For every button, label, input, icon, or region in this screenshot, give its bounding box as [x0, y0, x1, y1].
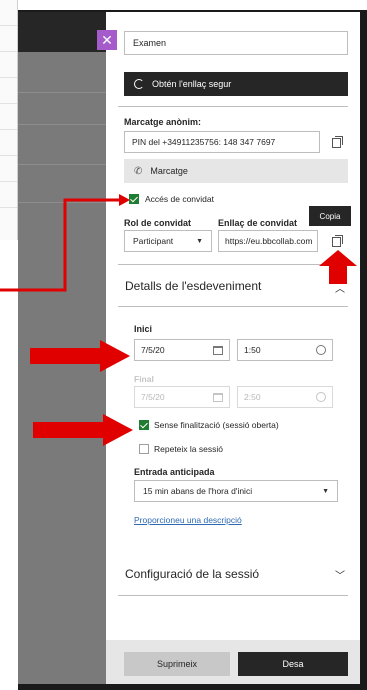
copy-pin-icon[interactable]	[332, 136, 343, 148]
background-header	[18, 12, 106, 52]
clock-icon	[316, 345, 326, 355]
start-date-field[interactable]: 7/5/20	[134, 339, 230, 361]
repeat-checkbox[interactable]	[139, 444, 149, 454]
guest-link-value: https://eu.bbcollab.com	[225, 236, 313, 246]
pin-value: PIN del +34911235756: 148 347 7697	[132, 137, 276, 147]
early-entry-select[interactable]: 15 min abans de l'hora d'inici ▼	[134, 480, 338, 502]
guest-link-field[interactable]: https://eu.bbcollab.com	[218, 230, 318, 252]
end-time-field: 2:50	[237, 386, 333, 408]
phone-icon: ✆	[134, 165, 143, 177]
caret-down-icon: ▼	[196, 237, 203, 245]
session-title-input[interactable]: Examen	[124, 31, 348, 55]
event-details-title: Detalls de l'esdeveniment	[125, 279, 262, 293]
end-label: Final	[134, 374, 154, 384]
copy-tooltip: Copia	[309, 206, 351, 226]
early-entry-value: 15 min abans de l'hora d'inici	[143, 486, 253, 496]
annotation-arrow-guest-access	[0, 194, 130, 292]
calendar-icon	[213, 345, 223, 355]
chevron-down-icon[interactable]: ﹀	[335, 567, 345, 582]
description-link[interactable]: Proporcioneu una descripció	[134, 515, 242, 525]
end-date-field: 7/5/20	[134, 386, 230, 408]
guest-role-select[interactable]: Participant ▼	[124, 230, 212, 252]
annotation-arrow-start	[30, 340, 130, 372]
pin-field: PIN del +34911235756: 148 347 7697	[124, 131, 320, 153]
dial-button-label: Marcatge	[150, 166, 188, 176]
caret-down-icon: ▼	[322, 487, 329, 495]
guest-link-label: Enllaç de convidat	[218, 218, 298, 228]
save-button-label: Desa	[282, 659, 304, 669]
secure-link-button[interactable]: Obtén l'enllaç segur	[124, 72, 348, 96]
annotation-arrow-copy	[319, 250, 357, 284]
start-date-value: 7/5/20	[141, 345, 165, 355]
bottom-strip	[18, 684, 367, 690]
divider	[118, 106, 348, 107]
end-time-value: 2:50	[244, 392, 261, 402]
repeat-label: Repeteix la sessió	[154, 444, 223, 454]
divider	[118, 264, 348, 265]
close-button[interactable]: ✕	[97, 30, 117, 50]
guest-role-value: Participant	[133, 236, 174, 246]
delete-button[interactable]: Suprimeix	[124, 652, 230, 676]
dial-button[interactable]: ✆ Marcatge	[124, 159, 348, 183]
start-label: Inici	[134, 324, 153, 334]
clock-icon	[316, 392, 326, 402]
divider	[118, 595, 348, 596]
anonymous-dialin-label: Marcatge anònim:	[124, 117, 202, 127]
session-settings-title: Configuració de la sessió	[125, 567, 260, 581]
close-icon: ✕	[101, 32, 113, 48]
refresh-icon	[134, 79, 144, 89]
secure-link-label: Obtén l'enllaç segur	[152, 79, 232, 89]
start-time-field[interactable]: 1:50	[237, 339, 333, 361]
start-time-value: 1:50	[244, 345, 261, 355]
no-end-label: Sense finalització (sessió oberta)	[154, 420, 279, 430]
calendar-icon	[213, 392, 223, 402]
guest-access-label: Accés de convidat	[145, 194, 214, 204]
copy-tooltip-text: Copia	[319, 211, 341, 221]
divider	[118, 306, 348, 307]
session-title-value: Examen	[133, 38, 167, 48]
end-date-value: 7/5/20	[141, 392, 165, 402]
delete-button-label: Suprimeix	[156, 659, 197, 669]
right-edge	[360, 12, 367, 684]
copy-link-icon[interactable]	[332, 235, 343, 247]
early-entry-label: Entrada anticipada	[134, 467, 215, 477]
annotation-arrow-no-end	[33, 414, 133, 446]
no-end-checkbox[interactable]	[139, 420, 149, 430]
save-button[interactable]: Desa	[238, 652, 348, 676]
